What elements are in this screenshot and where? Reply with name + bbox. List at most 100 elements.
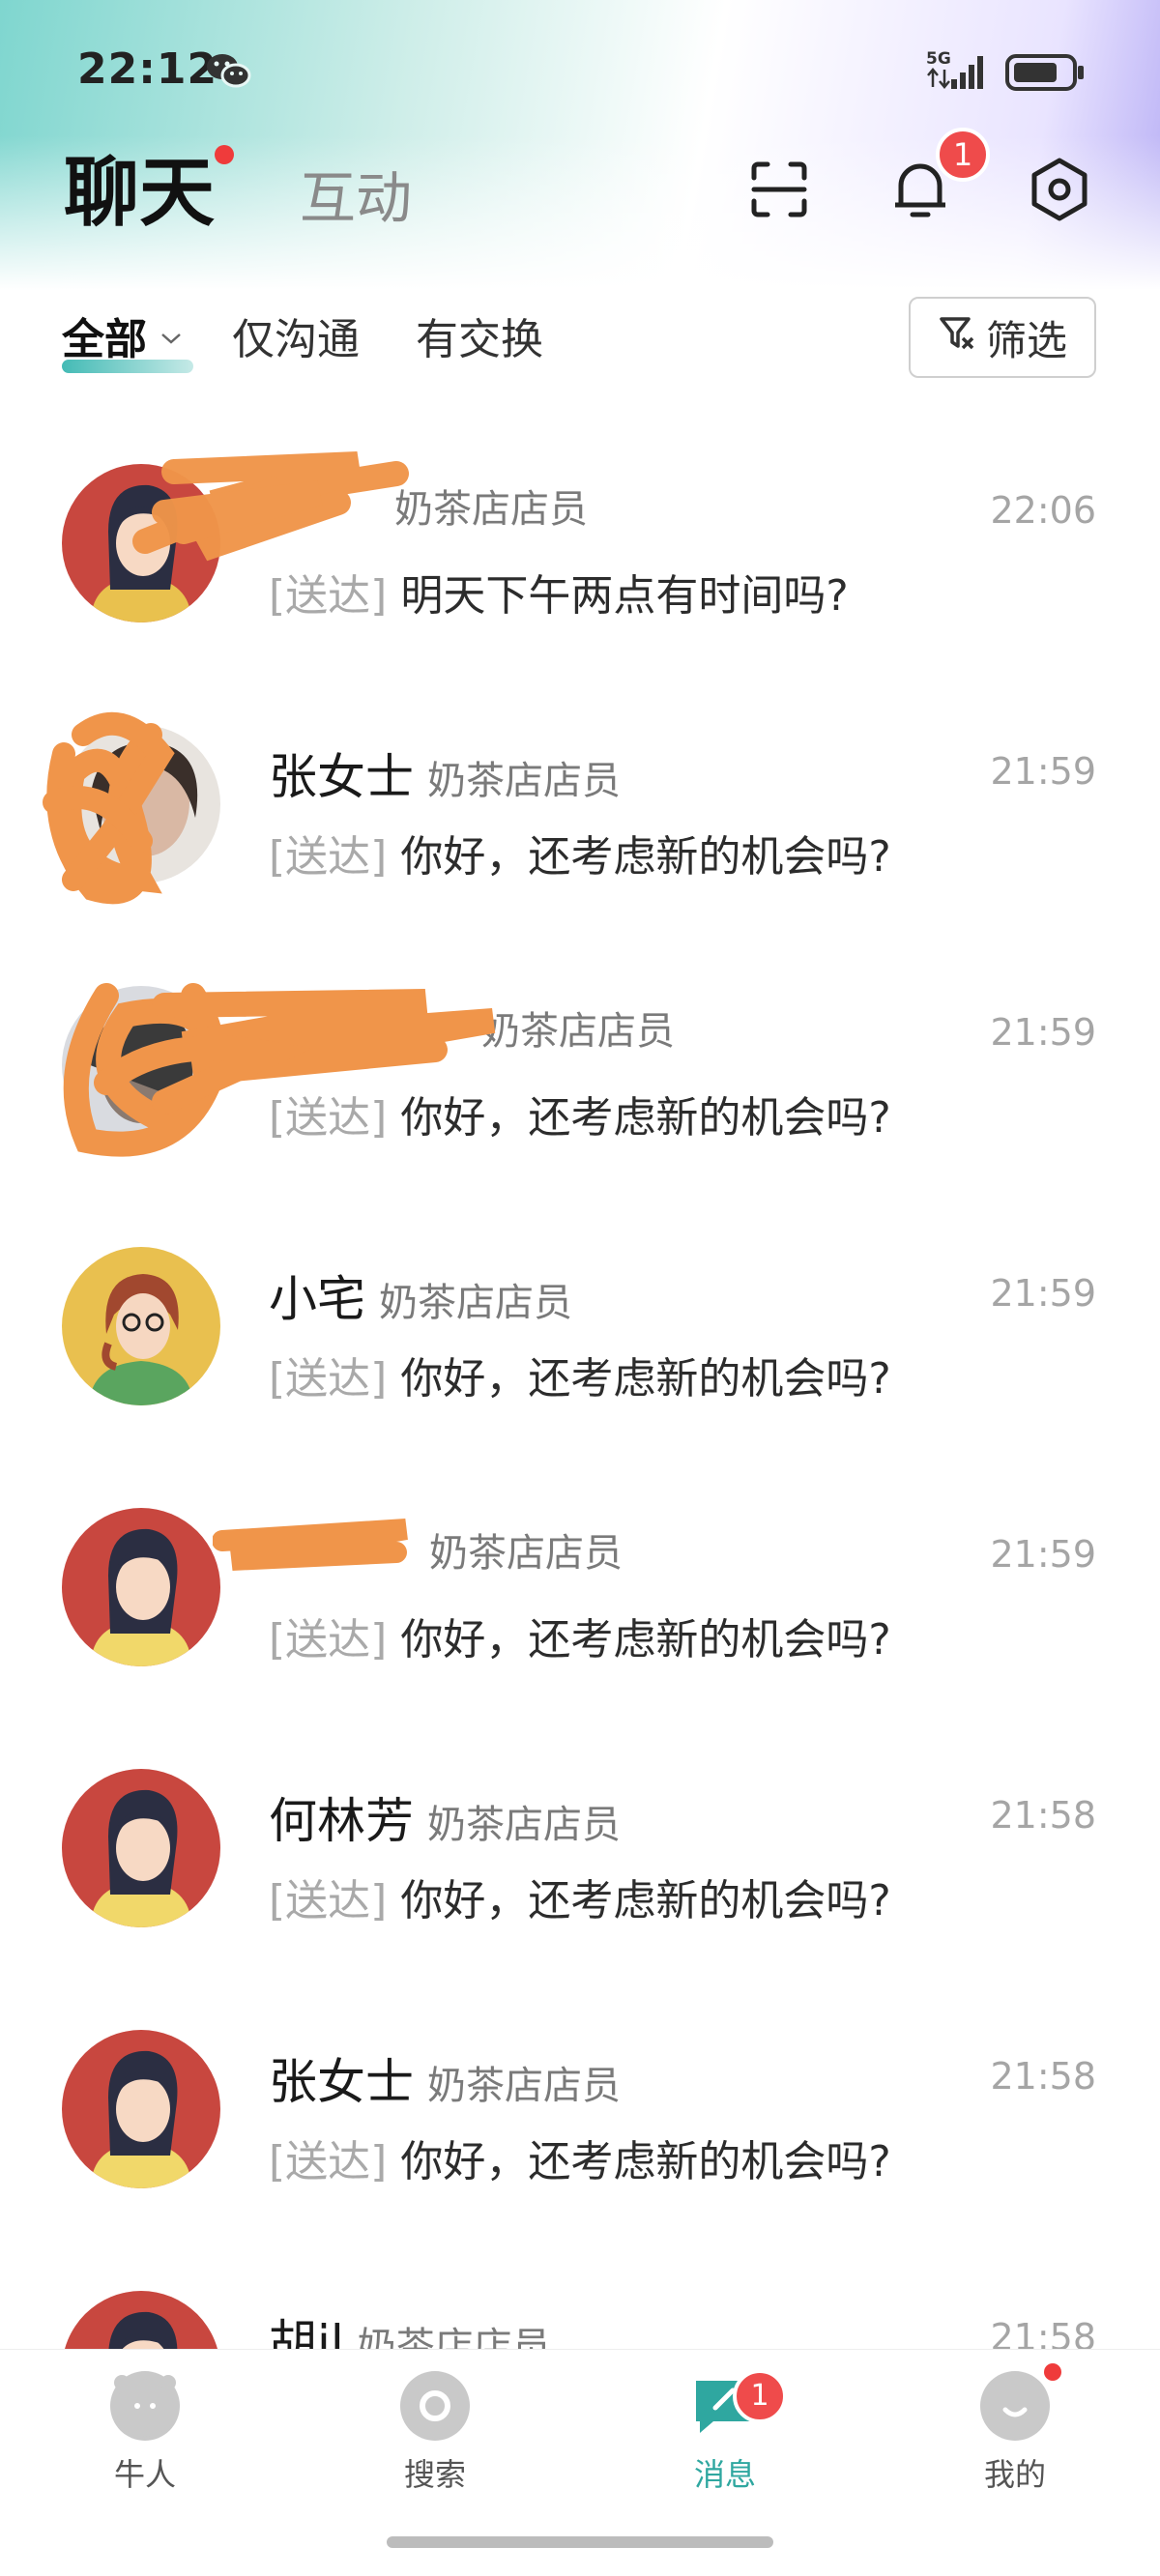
home-indicator[interactable] (387, 2536, 773, 2548)
avatar (62, 725, 220, 883)
contact-role: 奶茶店店员 (427, 2064, 621, 2108)
delivery-status: [送达] (269, 1615, 388, 1664)
contact-role: 奶茶店店员 (379, 1281, 572, 1325)
message-text: 你好，还考虑新的机会吗? (400, 1354, 891, 1404)
tab-interaction[interactable]: 互动 (300, 159, 412, 237)
contact-name: 胡jl (269, 2315, 344, 2349)
contact-role: 奶茶店店员 (394, 487, 588, 532)
chat-item[interactable]: 小宅 奶茶店店员 21:59 [送达] 你好，还考虑新的机会吗? (0, 1218, 1160, 1479)
profile-unread-dot (1044, 2363, 1061, 2381)
avatar (62, 1769, 220, 1927)
delivery-status: [送达] (269, 832, 388, 882)
message-text: 你好，还考虑新的机会吗? (400, 1615, 891, 1664)
delivery-status: [送达] (269, 1876, 388, 1925)
message-time: 21:59 (990, 1533, 1096, 1576)
network-label: 5G (926, 49, 951, 69)
contact-role: 奶茶店店员 (427, 759, 621, 803)
filter-bar: 全部 仅沟通 有交换 筛选 (0, 290, 1160, 396)
message-preview: [送达] 你好，还考虑新的机会吗? (269, 1605, 891, 1666)
search-icon (400, 2371, 470, 2441)
message-time: 21:58 (990, 2055, 1096, 2098)
message-badge: 1 (733, 2369, 787, 2423)
message-preview: [送达] 你好，还考虑新的机会吗? (269, 1344, 891, 1405)
page-title[interactable]: 聊天 (64, 145, 215, 242)
message-text: 你好，还考虑新的机会吗? (400, 2137, 891, 2186)
contact-role: 奶茶店店员 (427, 1803, 621, 1847)
niuren-icon (110, 2371, 180, 2441)
message-preview: [送达] 你好，还考虑新的机会吗? (269, 1083, 891, 1144)
signal-icon: 5G (924, 46, 994, 93)
message-text: 你好，还考虑新的机会吗? (400, 832, 891, 882)
scan-icon[interactable] (740, 151, 818, 228)
chat-header: 张女士 奶茶店店员 (269, 738, 621, 806)
filter-icon (938, 313, 976, 362)
avatar (62, 1247, 220, 1405)
delivery-status: [送达] (269, 571, 388, 621)
message-time: 21:58 (990, 2316, 1096, 2349)
chevron-down-icon[interactable] (160, 331, 182, 344)
chat-item[interactable]: 张女士 奶茶店店员 21:58 [送达] 你好，还考虑新的机会吗? (0, 2001, 1160, 2262)
delivery-status: [送达] (269, 1093, 388, 1143)
chat-header: 奶茶店店员 (269, 999, 675, 1067)
notification-badge: 1 (936, 128, 990, 182)
message-preview: [送达] 你好，还考虑新的机会吗? (269, 2127, 891, 2188)
nav-item-profile[interactable]: 我的 (918, 2371, 1112, 2516)
settings-icon[interactable] (1021, 151, 1098, 228)
nav-label: 搜索 (403, 2456, 466, 2493)
nav-label: 消息 (693, 2456, 756, 2493)
avatar (62, 2291, 220, 2349)
filter-button[interactable]: 筛选 (909, 297, 1096, 378)
avatar (62, 1508, 220, 1666)
message-time: 21:58 (990, 1794, 1096, 1837)
contact-role: 奶茶店店员 (481, 1009, 675, 1054)
contact-name: 张女士 (269, 749, 414, 805)
tab-exchanged[interactable]: 有交换 (416, 311, 543, 369)
wechat-icon (205, 52, 251, 89)
contact-role: 奶茶店店员 (429, 1531, 623, 1576)
message-preview: [送达] 明天下午两点有时间吗? (269, 561, 849, 622)
chat-header: 胡jl 奶茶店店员 (269, 2304, 551, 2349)
message-text: 你好，还考虑新的机会吗? (400, 1093, 891, 1143)
filter-button-label: 筛选 (985, 316, 1067, 364)
message-time: 22:06 (990, 489, 1096, 532)
chat-item[interactable]: 胡jl 奶茶店店员 21:58 (0, 2262, 1160, 2349)
avatar (62, 464, 220, 622)
chat-item[interactable]: 何林芳 奶茶店店员 21:58 [送达] 你好，还考虑新的机会吗? (0, 1740, 1160, 2001)
profile-icon (980, 2371, 1050, 2441)
message-preview: [送达] 你好，还考虑新的机会吗? (269, 822, 891, 883)
contact-name: 何林芳 (269, 1793, 414, 1849)
nav-item-search[interactable]: 搜索 (338, 2371, 532, 2516)
chat-header: 奶茶店店员 (269, 1521, 623, 1589)
message-time: 21:59 (990, 750, 1096, 793)
message-preview: [送达] 你好，还考虑新的机会吗? (269, 1866, 891, 1927)
chat-header: 何林芳 奶茶店店员 (269, 1782, 621, 1850)
nav-item-messages[interactable]: 消息 (628, 2371, 822, 2516)
chat-item[interactable]: 张女士 奶茶店店员 21:59 [送达] 你好，还考虑新的机会吗? (0, 696, 1160, 957)
tab-communication-only[interactable]: 仅沟通 (232, 311, 360, 369)
avatar (62, 986, 220, 1144)
battery-icon (1005, 52, 1087, 93)
chat-list: 奶茶店店员 22:06 [送达] 明天下午两点有时间吗? 张女士 奶茶店店员 2… (0, 406, 1160, 2349)
status-time: 22:12 (77, 44, 218, 94)
delivery-status: [送达] (269, 1354, 388, 1404)
contact-name: 张女士 (269, 2054, 414, 2110)
nav-label: 牛人 (113, 2456, 176, 2493)
nav-label: 我的 (983, 2456, 1046, 2493)
message-text: 明天下午两点有时间吗? (400, 571, 849, 621)
message-time: 21:59 (990, 1011, 1096, 1054)
unread-dot (215, 145, 234, 164)
contact-name: 小宅 (269, 1271, 365, 1327)
chat-item[interactable]: 奶茶店店员 22:06 [送达] 明天下午两点有时间吗? (0, 435, 1160, 696)
chat-item[interactable]: 奶茶店店员 21:59 [送达] 你好，还考虑新的机会吗? (0, 957, 1160, 1218)
tab-all[interactable]: 全部 (62, 311, 147, 369)
avatar (62, 2030, 220, 2188)
chat-header: 奶茶店店员 (269, 478, 588, 545)
chat-header: 张女士 奶茶店店员 (269, 2043, 621, 2111)
chat-item[interactable]: 奶茶店店员 21:59 [送达] 你好，还考虑新的机会吗? (0, 1479, 1160, 1740)
message-text: 你好，还考虑新的机会吗? (400, 1876, 891, 1925)
chat-header: 小宅 奶茶店店员 (269, 1260, 572, 1328)
delivery-status: [送达] (269, 2137, 388, 2186)
nav-item-niuren[interactable]: 牛人 (48, 2371, 242, 2516)
contact-role: 奶茶店店员 (357, 2325, 551, 2349)
message-time: 21:59 (990, 1272, 1096, 1315)
